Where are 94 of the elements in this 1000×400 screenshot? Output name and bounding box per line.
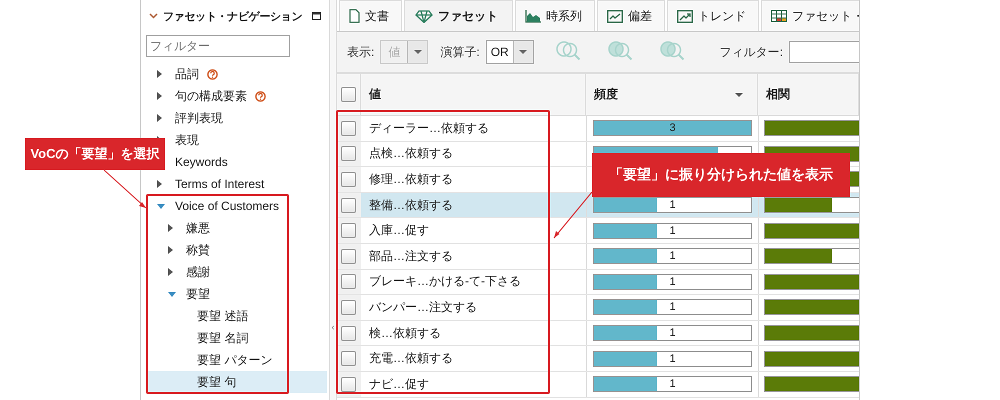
diamond-icon bbox=[415, 10, 433, 22]
tree-item[interactable]: 要望 名詞 bbox=[147, 327, 327, 349]
checkbox[interactable] bbox=[341, 300, 356, 315]
help-icon[interactable] bbox=[255, 90, 266, 102]
trend-chart-icon bbox=[677, 10, 693, 22]
view-label: 表示: bbox=[347, 44, 374, 60]
tab[interactable]: 時系列 bbox=[515, 0, 595, 31]
value-text: 修理…依頼する bbox=[369, 170, 453, 188]
collapsed-arrow-icon[interactable] bbox=[157, 92, 162, 100]
table-icon bbox=[771, 10, 787, 22]
collapsed-arrow-icon[interactable] bbox=[157, 180, 162, 188]
frequency-count: 1 bbox=[668, 198, 677, 212]
table-row[interactable]: ブレーキ…かける-て-下さる 1 bbox=[337, 270, 859, 296]
frequency-count: 3 bbox=[668, 121, 677, 136]
operator-label: 演算子: bbox=[440, 44, 480, 60]
tree-item[interactable]: 要望 句 bbox=[147, 371, 327, 393]
frequency-count: 1 bbox=[668, 326, 677, 340]
value-text: 検…依頼する bbox=[369, 324, 441, 342]
tree-item[interactable]: Terms of Interest bbox=[147, 173, 327, 195]
tree-item[interactable]: 句の構成要素 bbox=[147, 85, 327, 107]
filter-field[interactable]: フィルター bbox=[146, 35, 290, 57]
column-header[interactable]: 値 bbox=[361, 74, 586, 115]
tree-item[interactable]: 要望 bbox=[147, 283, 327, 305]
frequency-count: 1 bbox=[668, 377, 677, 392]
callout-tooltip: 「要望」に振り分けられた値を表示 bbox=[592, 153, 850, 197]
table-row[interactable]: 入庫…促す 1 bbox=[337, 218, 859, 244]
frequency-count: 1 bbox=[668, 249, 677, 264]
tree-item[interactable]: 評判表現 bbox=[147, 107, 327, 129]
filter-label: フィルター: bbox=[720, 44, 784, 60]
value-text: ブレーキ…かける-て-下さる bbox=[369, 273, 521, 290]
collapsed-arrow-icon[interactable] bbox=[168, 246, 173, 254]
checkbox[interactable] bbox=[341, 248, 356, 264]
value-text: ナビ…促す bbox=[369, 376, 429, 393]
caret-icon bbox=[414, 50, 422, 54]
table-row[interactable]: バンパー…注文する 1 bbox=[337, 295, 859, 321]
collapsed-arrow-icon[interactable] bbox=[157, 114, 162, 122]
checkbox[interactable] bbox=[341, 172, 356, 187]
table-row[interactable]: ディーラー…依頼する 3 bbox=[337, 116, 859, 142]
select-all-checkbox[interactable] bbox=[341, 87, 356, 102]
collapsed-arrow-icon[interactable] bbox=[168, 224, 173, 232]
tree-item[interactable]: 要望 パターン bbox=[147, 349, 327, 371]
value-text: バンパー…注文する bbox=[369, 298, 477, 316]
tree-item[interactable]: 要望 述語 bbox=[147, 305, 327, 327]
checkbox[interactable] bbox=[341, 223, 356, 238]
column-header[interactable]: 頻度 bbox=[586, 74, 758, 115]
splitter-handle[interactable]: ‹ bbox=[332, 322, 334, 332]
table-row[interactable]: 検…依頼する 1 bbox=[337, 320, 859, 346]
sort-caret-icon bbox=[735, 92, 743, 96]
expanded-arrow-icon[interactable] bbox=[157, 204, 165, 208]
frequency-count: 1 bbox=[668, 274, 677, 289]
line-chart-icon bbox=[607, 10, 623, 22]
tree-item[interactable]: 感謝 bbox=[147, 261, 327, 283]
tree-item[interactable]: 嫌悪 bbox=[147, 217, 327, 239]
document-icon bbox=[349, 9, 360, 23]
checkbox[interactable] bbox=[341, 326, 356, 341]
tab[interactable]: ファセット bbox=[404, 0, 513, 31]
value-text: ディーラー…依頼する bbox=[369, 120, 489, 137]
frequency-count: 1 bbox=[668, 352, 677, 366]
checkbox[interactable] bbox=[341, 376, 356, 392]
panel-title: ファセット・ナビゲーション bbox=[163, 10, 304, 24]
table-row[interactable]: ナビ…促す 1 bbox=[337, 372, 859, 398]
table-row[interactable]: 充電…依頼する 1 bbox=[337, 346, 859, 372]
chevron-down-icon[interactable] bbox=[149, 13, 158, 19]
value-text: 部品…注文する bbox=[369, 248, 453, 265]
frequency-count: 1 bbox=[668, 224, 677, 238]
checkbox[interactable] bbox=[341, 351, 356, 366]
collapsed-arrow-icon[interactable] bbox=[168, 268, 173, 276]
tab[interactable]: 文書 bbox=[339, 0, 402, 31]
expanded-arrow-icon[interactable] bbox=[168, 292, 176, 296]
help-icon[interactable] bbox=[207, 68, 218, 80]
checkbox[interactable] bbox=[341, 120, 356, 136]
tree-item[interactable]: Voice of Customers bbox=[147, 195, 327, 217]
pointer-arrow bbox=[554, 192, 592, 238]
column-header[interactable]: 相関 bbox=[758, 74, 859, 115]
checkbox[interactable] bbox=[341, 146, 356, 162]
collapsed-arrow-icon[interactable] bbox=[157, 70, 162, 78]
operator-dropdown[interactable]: OR bbox=[486, 40, 534, 64]
table-row[interactable]: 部品…注文する 1 bbox=[337, 244, 859, 270]
value-text: 点検…依頼する bbox=[369, 145, 453, 162]
tab[interactable]: トレンド bbox=[667, 0, 759, 31]
checkbox[interactable] bbox=[341, 198, 356, 213]
value-text: 整備…依頼する bbox=[369, 196, 453, 214]
tab[interactable]: ファセット・ bbox=[761, 0, 859, 31]
callout-tooltip: VoCの「要望」を選択 bbox=[25, 138, 165, 170]
area-chart-icon bbox=[525, 10, 541, 22]
frequency-count: 1 bbox=[668, 300, 677, 314]
value-text: 充電…依頼する bbox=[369, 350, 453, 368]
tree-item[interactable]: 品詞 bbox=[147, 63, 327, 85]
maximize-icon[interactable] bbox=[312, 12, 321, 20]
checkbox[interactable] bbox=[341, 274, 356, 290]
value-text: 入庫…促す bbox=[369, 222, 429, 240]
tree-item[interactable]: 称賛 bbox=[147, 239, 327, 261]
caret-icon bbox=[519, 50, 528, 54]
tab[interactable]: 偏差 bbox=[597, 0, 665, 31]
